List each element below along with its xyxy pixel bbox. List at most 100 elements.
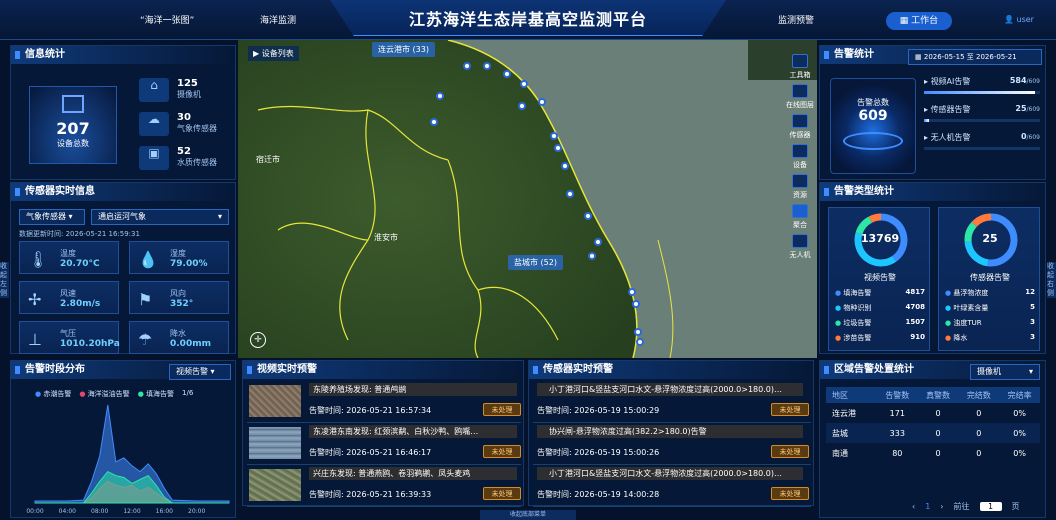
alert-title: 东凌港东南发现: 红颈滨鹬、白秋沙鸭、鸥嘴…	[309, 425, 517, 438]
panel-title: 传感器实时预警	[529, 361, 813, 379]
goto-label: 前往	[953, 502, 970, 511]
x-tick-label: 20:00	[188, 508, 205, 515]
device-pin-icon[interactable]	[594, 238, 602, 246]
table-row[interactable]: 盐城 333 0 0 0%	[826, 423, 1040, 443]
date-from: 2026-05-15	[923, 53, 965, 61]
status-badge[interactable]: 未处理	[483, 445, 521, 458]
col-header: 完结数	[966, 390, 991, 400]
device-type-select[interactable]: 摄像机 ▾	[970, 364, 1040, 380]
date-range-picker[interactable]: ▦ 2026-05-15 至 2026-05-21	[908, 49, 1042, 65]
progress-track	[924, 147, 1040, 150]
alert-thumbnail[interactable]	[249, 469, 301, 501]
video-type-label: 视频告警	[864, 273, 896, 282]
alert-time-value: 2026-05-21 16:46:17	[346, 448, 432, 457]
status-badge[interactable]: 未处理	[771, 403, 809, 416]
compass-icon[interactable]: ✛	[250, 332, 266, 348]
video-alert-item[interactable]: 东陵养殖场发现: 普通鸬鹚 告警时间: 2026-05-21 16:57:34 …	[247, 381, 521, 423]
device-pin-icon[interactable]	[483, 62, 491, 70]
alarm-type-select[interactable]: 视频告警 ▾	[169, 364, 231, 380]
tool-sensor[interactable]: 传感器	[786, 114, 814, 144]
collapse-bottom-button[interactable]: 收起底部菜单	[480, 510, 576, 520]
device-pin-icon[interactable]	[632, 300, 640, 308]
prev-page-button[interactable]: ‹	[912, 502, 915, 511]
video-alert-item[interactable]: 东凌港东南发现: 红颈滨鹬、白秋沙鸭、鸥嘴… 告警时间: 2026-05-21 …	[247, 423, 521, 465]
city-label-suqian: 宿迁市	[256, 155, 280, 164]
sensor-alert-item[interactable]: 小丁港河口&竖盐支河口水文-悬浮物浓度过高(2000.0>180.0)… 告警时…	[533, 465, 811, 507]
alarm-row-count: 584/609	[1010, 76, 1040, 87]
user-menu[interactable]: 👤 user	[1004, 15, 1034, 24]
alert-thumbnail[interactable]	[249, 427, 301, 459]
alarm-row-label: ▸ 传感器告警	[924, 105, 971, 114]
nav-tab-ocean-monitor[interactable]: 海洋监测	[260, 13, 296, 26]
water-sensor-count: 52	[177, 146, 191, 157]
page-input[interactable]: 1	[979, 502, 1002, 511]
sensor-site-select[interactable]: 通启运河气象 ▾	[91, 209, 229, 225]
map-view[interactable]: ▶ 设备列表 连云港市 (33) 盐城市 (52) 宿迁市 淮安市 ✛ 工具箱 …	[238, 40, 817, 358]
status-badge[interactable]: 未处理	[483, 487, 521, 500]
sensor-alert-item[interactable]: 协兴闸-悬浮物浓度过高(382.2>180.0)告警 告警时间: 2026-05…	[533, 423, 811, 465]
tool-cluster[interactable]: 聚合	[786, 204, 814, 234]
device-pin-icon[interactable]	[561, 162, 569, 170]
cluster-yancheng[interactable]: 盐城市 (52)	[508, 255, 563, 270]
nav-tab-monitor-warning[interactable]: 监测预警	[778, 13, 814, 26]
alert-thumbnail[interactable]	[249, 385, 301, 417]
device-pin-icon[interactable]	[554, 144, 562, 152]
tool-label: 聚合	[793, 221, 807, 229]
device-pin-icon[interactable]	[436, 92, 444, 100]
list-icon: ▶	[253, 49, 260, 58]
table-cell: 0	[976, 428, 982, 438]
device-list-button[interactable]: ▶ 设备列表	[248, 46, 299, 61]
device-pin-icon[interactable]	[636, 338, 644, 346]
sensor-alerts-panel: 传感器实时预警 小丁港河口&竖盐支河口水文-悬浮物浓度过高(2000.0>180…	[528, 360, 814, 507]
tool-label: 在线图层	[786, 101, 814, 109]
nav-tab-ocean-map[interactable]: “海洋一张图”	[140, 13, 194, 26]
device-pin-icon[interactable]	[550, 132, 558, 140]
device-pin-icon[interactable]	[518, 102, 526, 110]
device-pin-icon[interactable]	[520, 80, 528, 88]
device-type-value: 摄像机	[977, 367, 1001, 376]
device-pin-icon[interactable]	[566, 190, 574, 198]
status-badge[interactable]: 未处理	[771, 487, 809, 500]
sensor-cell-wind-direction: ⚑ 风向 352°	[129, 281, 229, 314]
tool-online-layer[interactable]: 在线图层	[786, 84, 814, 114]
device-pin-icon[interactable]	[503, 70, 511, 78]
legend-pager[interactable]: 1/6	[182, 389, 193, 399]
table-row[interactable]: 连云港 171 0 0 0%	[826, 403, 1040, 423]
device-pin-icon[interactable]	[628, 288, 636, 296]
cluster-lianyungang[interactable]: 连云港市 (33)	[372, 42, 435, 57]
status-badge[interactable]: 未处理	[483, 403, 521, 416]
device-pin-icon[interactable]	[634, 328, 642, 336]
device-pin-icon[interactable]	[588, 252, 596, 260]
device-pin-icon[interactable]	[538, 98, 546, 106]
chart-legend: ● 赤潮告警 ● 海洋溢油告警 ● 填海告警 1/6	[35, 389, 193, 399]
workbench-button[interactable]: ▦ 工作台	[886, 12, 952, 30]
legend-item[interactable]: ● 填海告警	[138, 389, 174, 399]
tool-resource[interactable]: 资源	[786, 174, 814, 204]
progress-fill	[924, 91, 1036, 94]
page-number[interactable]: 1	[925, 502, 930, 511]
video-type-list: ● 填海告警 4817 ● 物种识别 4708 ● 垃圾告警 1507 ● 涉苗告警 910	[835, 288, 925, 348]
device-pin-icon[interactable]	[584, 212, 592, 220]
next-page-button[interactable]: ›	[940, 502, 943, 511]
device-pin-icon[interactable]	[430, 118, 438, 126]
droplet-icon: 💧	[138, 250, 158, 269]
alert-time: 告警时间: 2026-05-21 16:46:17	[309, 447, 431, 458]
layers-icon	[792, 84, 808, 98]
page-unit: 页	[1011, 502, 1020, 511]
sensor-type-select[interactable]: 气象传感器 ▾	[19, 209, 85, 225]
collapse-left-button[interactable]: 收起左侧	[0, 262, 9, 298]
status-badge[interactable]: 未处理	[771, 445, 809, 458]
tool-toolbox[interactable]: 工具箱	[786, 54, 814, 84]
alert-time: 告警时间: 2026-05-19 14:00:28	[537, 489, 659, 500]
tool-drone[interactable]: 无人机	[786, 234, 814, 264]
video-alert-item[interactable]: 兴庄东发现: 普通燕鸥、卷羽鹈鹕、凤头麦鸡 告警时间: 2026-05-21 1…	[247, 465, 521, 507]
camera-icon: ⌂	[139, 78, 169, 102]
tool-device[interactable]: 设备	[786, 144, 814, 174]
collapse-right-button[interactable]: 收起右侧	[1047, 262, 1056, 298]
update-value: 2026-05-21 16:59:31	[65, 230, 140, 238]
legend-item[interactable]: ● 海洋溢油告警	[79, 389, 129, 399]
table-row[interactable]: 南通 80 0 0 0%	[826, 443, 1040, 463]
legend-item[interactable]: ● 赤潮告警	[35, 389, 71, 399]
sensor-alert-item[interactable]: 小丁港河口&竖盐支河口水文-悬浮物浓度过高(2000.0>180.0)… 告警时…	[533, 381, 811, 423]
device-pin-icon[interactable]	[463, 62, 471, 70]
